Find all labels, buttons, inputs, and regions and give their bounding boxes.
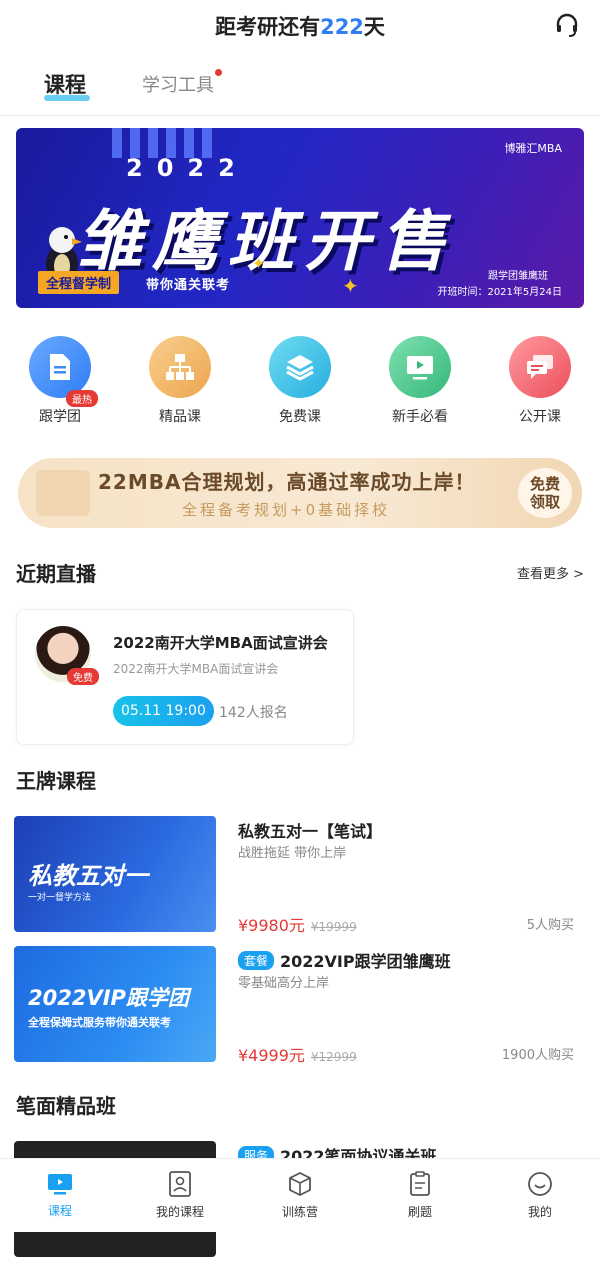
ace-section-header: 王牌课程 <box>0 765 600 794</box>
banner-brand: 博雅汇MBA <box>504 142 562 155</box>
written-section-header: 笔面精品班 <box>0 1090 600 1119</box>
hot-badge: 最热 <box>66 390 98 407</box>
grid-item-premium-course[interactable]: 精品课 <box>134 336 226 426</box>
tab-study-tools[interactable]: 学习工具 <box>142 68 222 97</box>
live-card[interactable]: 免费 2022南开大学MBA面试宣讲会 2022南开大学MBA面试宣讲会 05.… <box>16 609 354 745</box>
live-title: 2022南开大学MBA面试宣讲会 <box>113 634 328 652</box>
live-subtitle: 2022南开大学MBA面试宣讲会 <box>113 662 279 676</box>
section-title: 王牌课程 <box>16 769 96 793</box>
grid-item-group-study[interactable]: 最热 跟学团 <box>14 336 106 426</box>
promo-strip[interactable]: 22MBA合理规划，高通过率成功上岸！ 全程备考规划+0基础择校 免费领取 <box>18 458 582 528</box>
category-grid: 最热 跟学团 精品课 免费课 新手必看 公开课 <box>0 308 600 426</box>
free-badge: 免费 <box>67 668 99 685</box>
tabbar-training-camp[interactable]: 训练营 <box>260 1171 340 1220</box>
course-price: ¥9980元 ¥19999 <box>238 916 357 935</box>
headset-icon[interactable] <box>554 12 580 38</box>
banner-tagline: 带你通关联考 <box>146 278 231 293</box>
chat-icon <box>509 336 571 398</box>
claim-free-button[interactable]: 免费领取 <box>518 468 572 518</box>
live-time-badge: 05.11 19:00 <box>113 696 214 726</box>
top-bar: 距考研还有222天 <box>0 0 600 52</box>
banner-info-class: 跟学团雏鹰班 <box>488 271 548 282</box>
star-icon: ✦ <box>342 274 359 298</box>
countdown-title: 距考研还有222天 <box>215 15 385 39</box>
section-title: 近期直播 <box>16 562 96 586</box>
notepad-icon <box>410 1171 430 1196</box>
grid-item-beginner-guide[interactable]: 新手必看 <box>374 336 466 426</box>
course-title: 套餐 2022VIP跟学团雏鹰班 <box>238 948 451 972</box>
layers-icon <box>269 336 331 398</box>
tabbar-my-courses[interactable]: 我的课程 <box>140 1171 220 1220</box>
banner-headline: 雏鹰班开售 <box>76 203 456 280</box>
promo-subline: 全程备考规划+0基础择校 <box>182 501 391 519</box>
grid-item-open-class[interactable]: 公开课 <box>494 336 586 426</box>
course-title: 私教五对一【笔试】 <box>238 822 383 841</box>
course-price: ¥4999元 ¥12999 <box>238 1046 357 1065</box>
see-more-link[interactable]: 查看更多 > <box>517 563 584 582</box>
tabbar-mine[interactable]: 我的 <box>500 1171 580 1220</box>
grid-item-free-course[interactable]: 免费课 <box>254 336 346 426</box>
course-subtitle: 零基础高分上岸 <box>238 976 330 991</box>
play-screen-icon <box>389 336 451 398</box>
course-thumbnail: 私教五对一 一对一督学方法 <box>14 816 216 932</box>
buyer-count: 1900人购买 <box>501 1048 574 1063</box>
countdown-days: 222 <box>320 15 364 39</box>
profile-card-icon <box>169 1171 191 1197</box>
notification-dot <box>215 68 222 76</box>
promo-headline: 22MBA合理规划，高通过率成功上岸！ <box>98 470 476 494</box>
top-tabs: 课程 学习工具 <box>0 52 600 116</box>
tabbar-practice[interactable]: 刷题 <box>380 1171 460 1220</box>
course-thumbnail: 2022VIP跟学团 全程保姆式服务带你通关联考 <box>14 946 216 1062</box>
course-item[interactable]: 私教五对一 一对一督学方法 私教五对一【笔试】 战胜拖延 带你上岸 ¥9980元… <box>0 816 600 946</box>
bottom-tab-bar: 课程 我的课程 训练营 刷题 我的 <box>0 1158 600 1232</box>
tabbar-course[interactable]: 课程 <box>20 1172 100 1219</box>
promo-banner[interactable]: 博雅汇MBA 2022 雏鹰班开售 ✦ ✦ 全程督学制 带你通关联考 跟学团雏鹰… <box>16 128 584 308</box>
package-badge: 套餐 <box>238 951 275 970</box>
signup-count: 142人报名 <box>219 705 288 721</box>
course-item[interactable]: 2022VIP跟学团 全程保姆式服务带你通关联考 套餐 2022VIP跟学团雏鹰班… <box>0 946 600 1076</box>
buyer-count: 5人购买 <box>526 918 574 933</box>
sitemap-icon <box>149 336 211 398</box>
banner-year: 2022 <box>126 154 249 182</box>
cube-icon <box>289 1171 311 1197</box>
tab-course[interactable]: 课程 <box>44 69 90 101</box>
course-subtitle: 战胜拖延 带你上岸 <box>238 846 347 861</box>
live-section-header: 近期直播 查看更多 > <box>0 558 600 587</box>
section-title: 笔面精品班 <box>16 1094 116 1118</box>
banner-info-date: 开班时间：2021年5月24日 <box>437 287 562 298</box>
gift-box-icon <box>36 470 90 516</box>
star-icon: ✦ <box>252 254 266 273</box>
tv-icon <box>48 1174 72 1195</box>
banner-tag: 全程督学制 <box>38 271 120 294</box>
smile-icon <box>528 1172 552 1196</box>
document-icon <box>29 336 91 398</box>
